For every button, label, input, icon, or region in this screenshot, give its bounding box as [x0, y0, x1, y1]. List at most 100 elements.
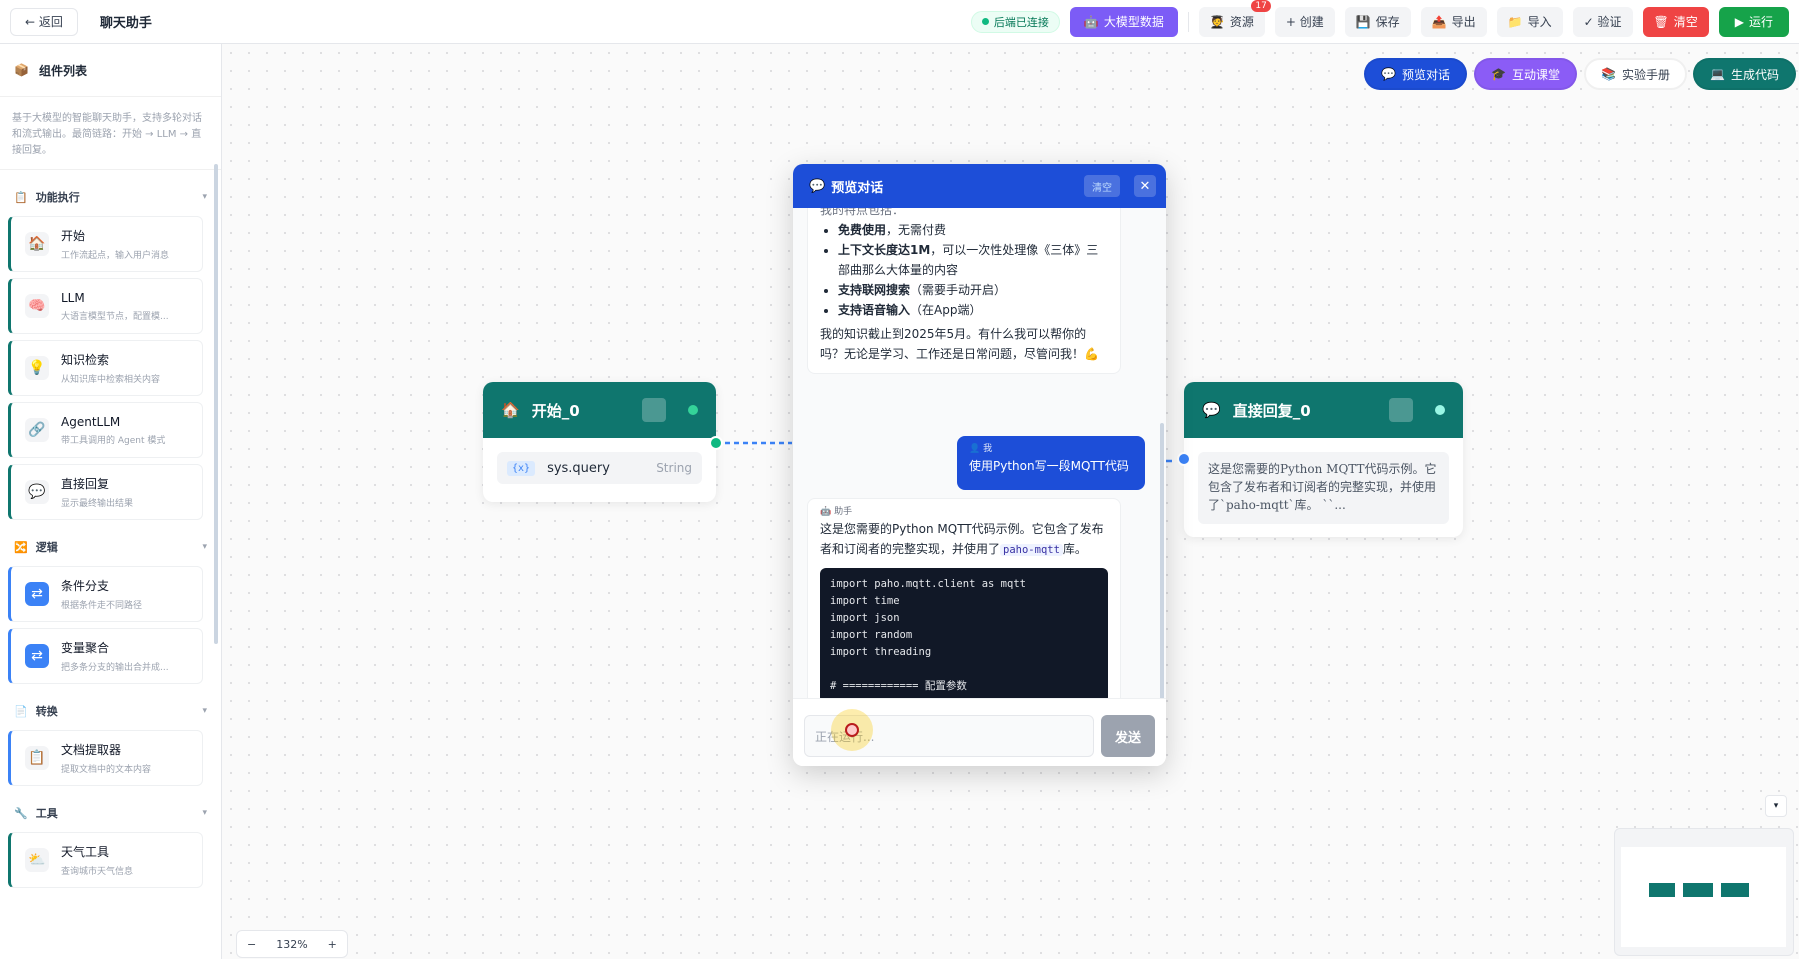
minimap-toggle-button[interactable]: ▾ [1765, 795, 1787, 817]
dialog-header: 💬 预览对话 清空 ✕ [793, 164, 1166, 208]
chevron-down-icon: ▾ [202, 706, 207, 716]
app-title: 聊天助手 [99, 16, 152, 31]
list-item: 上下文长度达1M，可以一次性处理像《三体》三部曲那么大体量的内容 [838, 240, 1108, 280]
section-transform[interactable]: 📄 转换 ▾ [0, 698, 221, 724]
assistant-message-2: 🤖 助手 这是您需要的Python MQTT代码示例。它包含了发布者和订阅者的完… [807, 498, 1121, 698]
chevron-down-icon: ▾ [202, 542, 207, 552]
node-reply-header: 💬 直接回复_0 [1184, 382, 1463, 438]
reply-output-preview: 这是您需要的Python MQTT代码示例。它包含了发布者和订阅者的完整实现，并… [1198, 452, 1449, 524]
shuffle-icon: ⇄ [25, 644, 49, 668]
minimap-node [1683, 883, 1713, 897]
create-button[interactable]: + 创建 [1274, 6, 1335, 37]
chat-icon: 💬 [1381, 67, 1396, 81]
import-button[interactable]: 📁 导入 [1496, 6, 1563, 37]
sidebar-scrollbar[interactable] [214, 164, 218, 644]
wrench-icon: 🔧 [14, 806, 28, 820]
chevron-down-icon: ▾ [202, 192, 207, 202]
generate-code-button[interactable]: 💻 生成代码 [1693, 58, 1796, 90]
node-direct-reply[interactable]: 💬 直接回复_0 这是您需要的Python MQTT代码示例。它包含了发布者和订阅… [1184, 382, 1463, 537]
shuffle-icon: ⇄ [25, 582, 49, 606]
sidebar-header: 📦 组件列表 [0, 44, 221, 97]
user-message: 👤 我 使用Python写一段MQTT代码 [957, 436, 1145, 490]
resources-icon: 🧑‍🎓 [1209, 14, 1225, 29]
clipboard-icon: 📋 [25, 746, 49, 770]
run-button[interactable]: ▶ 运行 [1718, 6, 1789, 37]
reply-input-handle[interactable] [1177, 452, 1191, 466]
node-menu-icon[interactable] [1389, 398, 1413, 422]
dialog-clear-button[interactable]: 清空 [1084, 175, 1120, 197]
dialog-footer: 正在运行... 发送 [793, 698, 1166, 766]
message-list[interactable]: 我的特点包括： 免费使用，无需付费 上下文长度达1M，可以一次性处理像《三体》三… [793, 208, 1166, 698]
feature-list: 免费使用，无需付费 上下文长度达1M，可以一次性处理像《三体》三部曲那么大体量的… [820, 220, 1108, 320]
preview-chat-dialog: 💬预览对话 清空 ✕ 我的特点包括： 免费使用，无需付费 上下文长度达1M，可以… [793, 164, 1166, 766]
minimap-node [1721, 883, 1749, 897]
not-allowed-cursor-icon [845, 723, 859, 737]
component-aggregate[interactable]: ⇄ 变量聚合 把多条分支的输出合并成... [8, 628, 203, 684]
assistant-message-1: 我的特点包括： 免费使用，无需付费 上下文长度达1M，可以一次性处理像《三体》三… [807, 208, 1121, 374]
list-item: 免费使用，无需付费 [838, 220, 1108, 240]
export-button[interactable]: 📤 导出 [1420, 6, 1487, 37]
variable-row: {x} sys.query String [497, 452, 702, 484]
node-status-dot [688, 405, 698, 415]
back-button[interactable]: ← 返回 [10, 7, 78, 36]
resources-count-badge: 17 [1251, 0, 1271, 12]
component-knowledge[interactable]: 💡 知识检索 从知识库中检索相关内容 [8, 340, 203, 396]
preview-chat-button[interactable]: 💬 预览对话 [1364, 58, 1467, 90]
trash-icon: 🗑 [1653, 14, 1669, 29]
zoom-level: 132% [276, 937, 308, 951]
component-doc-extractor[interactable]: 📋 文档提取器 提取文档中的文本内容 [8, 730, 203, 786]
resources-button[interactable]: 🧑‍🎓 资源 17 [1198, 0, 1271, 37]
save-icon: 💾 [1355, 14, 1371, 29]
component-start[interactable]: 🏠 开始 工作流起点，输入用户消息 [8, 216, 203, 272]
graduation-icon: 🎓 [1491, 67, 1506, 81]
lightbulb-icon: 💡 [25, 356, 49, 380]
books-icon: 📚 [1601, 67, 1616, 81]
computer-icon: 💻 [1710, 67, 1725, 81]
component-reply[interactable]: 💬 直接回复 显示最终输出结果 [8, 464, 203, 520]
section-function[interactable]: 📋 功能执行 ▾ [0, 184, 221, 210]
document-icon: 📄 [14, 704, 28, 718]
list-item: 支持联网搜索（需要手动开启） [838, 280, 1108, 300]
folder-icon: 📁 [1507, 14, 1523, 29]
chat-icon: 💬 [809, 178, 826, 194]
save-button[interactable]: 💾 保存 [1344, 6, 1411, 37]
interactive-class-button[interactable]: 🎓 互动课堂 [1474, 58, 1577, 90]
component-condition[interactable]: ⇄ 条件分支 根据条件走不同路径 [8, 566, 203, 622]
component-llm[interactable]: 🧠 LLM 大语言模型节点，配置模... [8, 278, 203, 334]
link-icon: 🔗 [25, 418, 49, 442]
component-weather[interactable]: ⛅ 天气工具 查询城市天气信息 [8, 832, 203, 888]
status-dot-icon [981, 18, 989, 25]
export-icon: 📤 [1431, 14, 1447, 29]
node-status-dot [1435, 405, 1445, 415]
box-icon: 📦 [14, 63, 29, 77]
component-agentllm[interactable]: 🔗 AgentLLM 带工具调用的 Agent 模式 [8, 402, 203, 458]
clear-button[interactable]: 🗑 清空 [1642, 6, 1709, 37]
chevron-down-icon: ▾ [202, 808, 207, 818]
message-scrollbar[interactable] [1160, 423, 1164, 698]
user-avatar-icon: 👤 [969, 444, 981, 454]
shuffle-icon: 🔀 [14, 540, 28, 554]
clipboard-icon: 📋 [14, 190, 28, 204]
node-menu-icon[interactable] [642, 398, 666, 422]
house-icon: 🏠 [25, 232, 49, 256]
zoom-out-button[interactable]: − [237, 938, 266, 951]
divider [1187, 11, 1189, 32]
top-toolbar: ← 返回 聊天助手 后端已连接 🤖 大模型数据 🧑‍🎓 资源 17 + 创建 💾 保存 … [0, 0, 1799, 44]
node-start[interactable]: 🏠 开始_0 {x} sys.query String [483, 382, 716, 502]
section-logic[interactable]: 🔀 逻辑 ▾ [0, 534, 221, 560]
minimap-viewport [1621, 847, 1786, 947]
llm-data-button[interactable]: 🤖 大模型数据 [1069, 6, 1178, 37]
section-tools[interactable]: 🔧 工具 ▾ [0, 800, 221, 826]
send-button[interactable]: 发送 [1101, 715, 1155, 757]
close-icon[interactable]: ✕ [1134, 175, 1156, 197]
zoom-in-button[interactable]: + [318, 938, 347, 951]
lab-manual-button[interactable]: 📚 实验手册 [1584, 58, 1687, 90]
connection-status-badge: 后端已连接 [970, 10, 1060, 33]
sun-cloud-icon: ⛅ [25, 848, 49, 872]
robot-icon: 🤖 [1083, 14, 1099, 29]
start-output-handle[interactable] [709, 436, 723, 450]
minimap-node [1649, 883, 1675, 897]
minimap[interactable] [1614, 828, 1794, 956]
workflow-description: 基于大模型的智能聊天助手，支持多轮对话和流式输出。最简链路：开始 → LLM →… [0, 97, 221, 170]
validate-button[interactable]: ✓ 验证 [1572, 6, 1633, 37]
